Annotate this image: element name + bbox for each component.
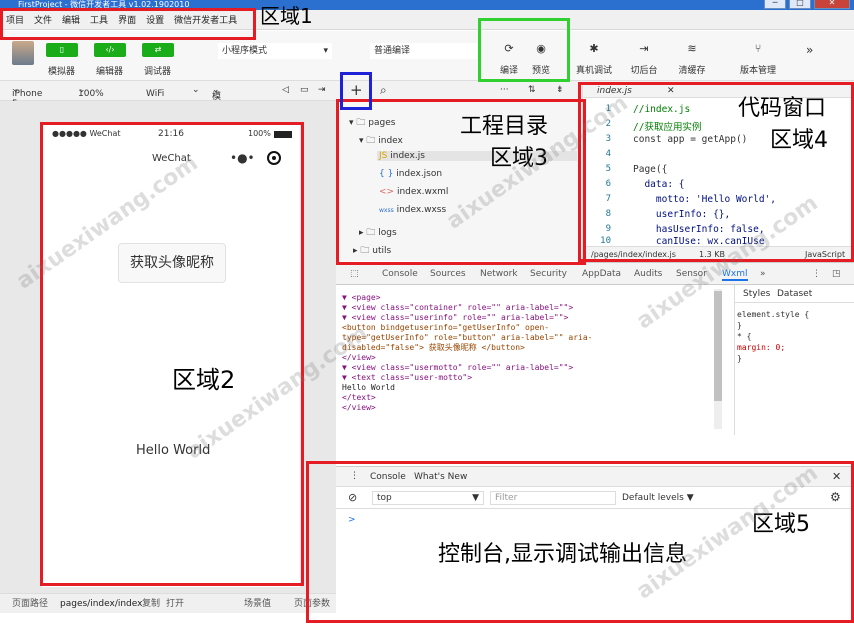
switch-icon: ⇥ <box>639 42 649 55</box>
copy-link[interactable]: 复制 <box>142 594 160 614</box>
wxml-line[interactable]: type="getUserInfo" role="button" aria-la… <box>342 333 722 343</box>
sort-icon[interactable]: ⇅ <box>528 85 536 95</box>
page-path-bar: 页面路径 pages/index/index 复制 打开 场景值 页面参数 <box>0 593 336 613</box>
layers-icon: ≋ <box>687 42 697 55</box>
wxml-line[interactable]: ▼ <view class="usermotto" role="" aria-l… <box>342 363 722 373</box>
search-icon[interactable]: ⌕ <box>380 83 387 98</box>
close-button[interactable]: ✕ <box>814 0 850 9</box>
compile-select[interactable]: 普通编译 <box>370 43 480 59</box>
style-rule: } <box>737 354 742 363</box>
dock-icon[interactable]: ◳ <box>832 269 841 279</box>
wxml-line[interactable]: ▼ <view class="container" role="" aria-l… <box>342 303 722 313</box>
version-control-button[interactable]: ⑂ 版本管理 <box>736 41 780 76</box>
chevron-down-icon[interactable]: ⌄ <box>192 85 200 95</box>
devtools-tab-bar: ⬚ Console Sources Network Security AppDa… <box>336 263 854 285</box>
tab-styles[interactable]: Styles <box>743 289 770 299</box>
simulator-label: 模拟器 <box>48 67 76 77</box>
region3-label: 区域3 <box>490 146 548 171</box>
wxml-line[interactable]: ▼ <page> <box>342 293 722 303</box>
pop-out-icon[interactable]: ⇥ <box>318 85 326 95</box>
collapse-icon[interactable]: ⇟ <box>556 85 564 95</box>
simulate-action-select[interactable]: 模拟操作 ⌄ <box>212 85 221 141</box>
region4-title: 代码窗口 <box>738 96 827 121</box>
style-rule: } <box>737 321 742 330</box>
wxml-line[interactable]: </view> <box>342 353 722 363</box>
wxml-line[interactable]: ▼ <text class="user-motto"> <box>342 373 722 383</box>
styles-pane: Styles Dataset element.style { } * { mar… <box>734 285 854 435</box>
region5-label: 区域5 <box>752 512 810 537</box>
tab-wxml[interactable]: Wxml <box>722 269 748 281</box>
tab-network[interactable]: Network <box>480 269 518 279</box>
style-rule: margin: 0; <box>737 343 786 352</box>
region1-label: 区域1 <box>260 4 313 28</box>
wxml-line[interactable]: ▼ <view class="userinfo" role="" aria-la… <box>342 313 722 323</box>
add-file-highlight <box>340 72 372 110</box>
bug-icon: ✱ <box>589 42 599 55</box>
debugger-toggle-button[interactable]: ⇄ <box>142 43 174 57</box>
screen-icon[interactable]: ▭ <box>300 85 309 95</box>
wxml-scrollbar[interactable] <box>714 289 722 429</box>
more-tabs-icon[interactable]: » <box>760 269 766 279</box>
region5-description: 控制台,显示调试输出信息 <box>438 542 687 567</box>
kebab-menu-icon[interactable]: ⋮ <box>812 269 821 279</box>
region4-label: 区域4 <box>770 128 828 153</box>
tab-dataset[interactable]: Dataset <box>777 289 812 299</box>
wxml-line[interactable]: </text> <box>342 393 722 403</box>
maximize-button[interactable]: □ <box>789 0 811 9</box>
mode-select[interactable]: 小程序模式 ▾ <box>218 43 332 59</box>
tab-sources[interactable]: Sources <box>430 269 466 279</box>
tab-appdata[interactable]: AppData <box>582 269 621 279</box>
tab-security[interactable]: Security <box>530 269 567 279</box>
inspect-icon[interactable]: ⬚ <box>350 269 359 279</box>
wxml-line[interactable]: Hello World <box>342 383 722 393</box>
wxml-tree[interactable]: ▼ <page> ▼ <view class="container" role=… <box>342 293 722 433</box>
region2-box <box>40 122 304 586</box>
avatar[interactable] <box>12 41 34 65</box>
simulator-toggle-button[interactable]: ▯ <box>46 43 78 57</box>
minimize-button[interactable]: ─ <box>764 0 786 9</box>
tab-audits[interactable]: Audits <box>634 269 662 279</box>
remote-debug-button[interactable]: ✱ 真机调试 <box>574 41 614 76</box>
style-rule: * { <box>737 332 752 341</box>
more-options-icon[interactable]: ··· <box>500 85 509 95</box>
device-select[interactable]: iPhone 5 ⌄ <box>12 85 42 109</box>
more-chevron-icon[interactable]: » <box>806 43 813 57</box>
devtools-panel: ⬚ Console Sources Network Security AppDa… <box>336 262 854 462</box>
tab-sensor[interactable]: Sensor <box>676 269 707 279</box>
wxml-line[interactable]: </view> <box>342 403 722 413</box>
zoom-select[interactable]: 100% ⌄ <box>78 85 104 99</box>
wxml-line[interactable]: disabled="false"> 获取头像昵称 </button> <box>342 343 722 353</box>
wxml-line[interactable]: <button bindgetuserinfo="getUserInfo" op… <box>342 323 722 333</box>
region1-box <box>0 8 256 40</box>
branch-icon: ⑂ <box>754 42 762 55</box>
debugger-label: 调试器 <box>144 67 172 77</box>
style-rule: element.style { <box>737 310 810 319</box>
clear-cache-button[interactable]: ≋ 清缓存 <box>674 41 710 76</box>
path-label: 页面路径 <box>12 599 49 609</box>
page-path: pages/index/index <box>60 599 143 609</box>
region3-title: 工程目录 <box>460 114 549 139</box>
editor-label: 编辑器 <box>96 67 124 77</box>
compile-preview-highlight <box>478 18 570 82</box>
region2-label: 区域2 <box>172 366 236 394</box>
editor-toggle-button[interactable]: ‹/› <box>94 43 126 57</box>
scene-value[interactable]: 场景值 <box>244 594 271 614</box>
open-link[interactable]: 打开 <box>166 594 184 614</box>
sound-icon[interactable]: ◁ <box>282 85 289 95</box>
background-button[interactable]: ⇥ 切后台 <box>626 41 662 76</box>
tab-console[interactable]: Console <box>382 269 418 279</box>
